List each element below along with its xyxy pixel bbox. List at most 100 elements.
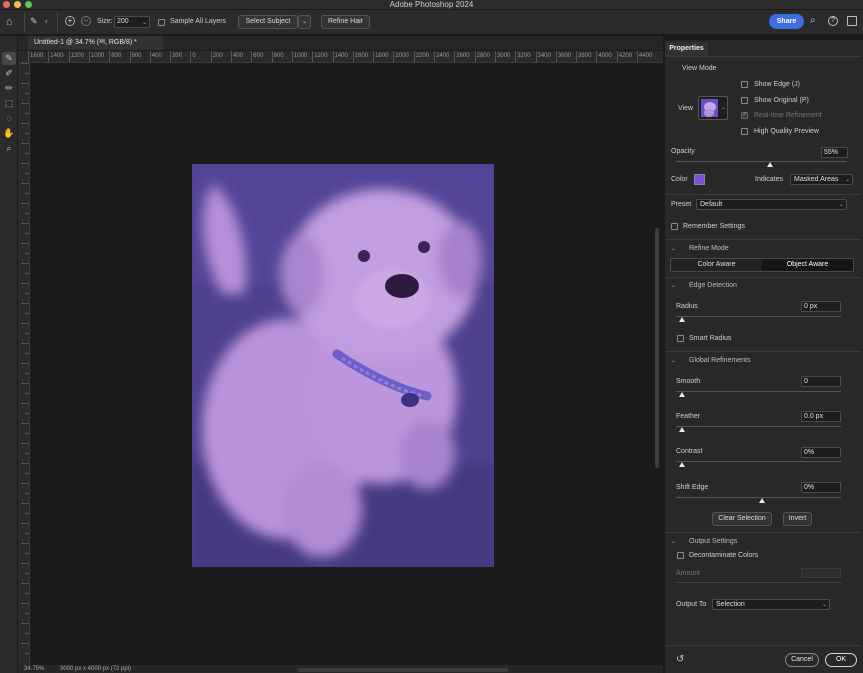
ruler-tick xyxy=(616,51,618,62)
ruler-tick xyxy=(25,393,29,394)
shift-edge-slider-thumb[interactable] xyxy=(759,498,765,503)
zoom-tool-icon[interactable]: ⌕ xyxy=(2,142,16,155)
refine-edge-brush-icon[interactable]: ✐ xyxy=(2,67,16,80)
ok-button[interactable]: OK xyxy=(825,653,857,667)
feather-slider-thumb[interactable] xyxy=(679,427,685,432)
cancel-button[interactable]: Cancel xyxy=(785,653,819,667)
preset-select[interactable]: Default ⌄ xyxy=(696,199,847,210)
quick-selection-brush-icon[interactable]: ✎ xyxy=(30,16,38,27)
vertical-scrollbar[interactable] xyxy=(655,228,659,468)
properties-tab[interactable]: Properties xyxy=(665,42,708,56)
smooth-input[interactable]: 0 xyxy=(801,376,841,387)
help-icon[interactable]: ? xyxy=(828,16,838,26)
ruler-tick xyxy=(21,263,29,264)
ruler-tick xyxy=(413,51,415,62)
smooth-slider-thumb[interactable] xyxy=(679,392,685,397)
invert-button[interactable]: Invert xyxy=(783,512,812,526)
chevron-down-icon[interactable]: ⌄ xyxy=(671,245,676,252)
zoom-level[interactable]: 34.75% xyxy=(24,665,44,673)
ruler-tick xyxy=(25,113,29,114)
object-aware-option[interactable]: Object Aware xyxy=(762,259,853,271)
radius-slider[interactable] xyxy=(676,316,841,317)
ruler-tick xyxy=(25,593,29,594)
radius-input[interactable]: 0 px xyxy=(801,301,841,312)
ruler-tick xyxy=(596,51,598,62)
color-aware-option[interactable]: Color Aware xyxy=(671,259,762,271)
tool-preset-chevron-icon[interactable]: ▾ xyxy=(45,19,48,25)
ruler-label: 4000 xyxy=(598,53,612,59)
contrast-input[interactable]: 0% xyxy=(801,447,841,458)
horizontal-scrollbar[interactable] xyxy=(298,668,508,672)
divider xyxy=(666,194,861,195)
overlay-color-swatch[interactable] xyxy=(694,174,705,185)
object-selection-tool-icon[interactable]: ⬚ xyxy=(2,97,16,110)
contrast-slider-thumb[interactable] xyxy=(679,462,685,467)
chevron-down-icon[interactable]: ⌄ xyxy=(671,357,676,364)
ruler-tick xyxy=(21,363,29,364)
decontaminate-colors-checkbox[interactable] xyxy=(677,552,684,559)
smooth-slider[interactable] xyxy=(676,391,841,392)
ruler-tick xyxy=(170,51,172,62)
brush-size-value: 200 xyxy=(117,18,129,25)
contrast-slider[interactable] xyxy=(676,461,841,462)
high-quality-preview-checkbox[interactable] xyxy=(741,128,748,135)
quick-selection-tool-icon[interactable]: ✎ xyxy=(2,52,16,65)
ruler-tick xyxy=(68,51,70,62)
realtime-refinement-checkbox: ✓ xyxy=(741,112,748,119)
feather-label: Feather xyxy=(676,413,701,420)
amount-label: Amount xyxy=(676,570,701,577)
chevron-down-icon[interactable]: ⌄ xyxy=(671,538,676,545)
output-to-select[interactable]: Selection ⌄ xyxy=(712,599,830,610)
brush-size-input[interactable]: 200 ⌄ xyxy=(114,16,150,28)
feather-input[interactable]: 0.0 px xyxy=(801,411,841,422)
ruler-tick xyxy=(21,63,29,64)
shift-edge-input[interactable]: 0% xyxy=(801,482,841,493)
share-button[interactable]: Share xyxy=(769,14,804,29)
ruler-label: 1000 xyxy=(90,53,105,59)
view-mode-picker[interactable]: ⌄ xyxy=(698,96,728,120)
ruler-label: 400 xyxy=(233,53,244,59)
brush-tool-icon[interactable]: ✏ xyxy=(2,82,16,95)
workspace-icon[interactable] xyxy=(847,16,857,26)
ruler-tick xyxy=(454,51,456,62)
show-edge-checkbox[interactable] xyxy=(741,81,748,88)
lasso-tool-icon[interactable]: ◌ xyxy=(2,112,16,125)
select-subject-dropdown[interactable]: ⌄ xyxy=(298,15,311,29)
puppy-photo-image xyxy=(192,164,494,567)
smooth-label: Smooth xyxy=(676,378,701,385)
puppy-photo[interactable] xyxy=(192,164,494,567)
ruler-label: 2800 xyxy=(476,53,490,59)
title-bar: Adobe Photoshop 2024 xyxy=(0,0,863,10)
smart-radius-checkbox[interactable] xyxy=(677,335,684,342)
opacity-label: Opacity xyxy=(671,148,695,155)
home-icon[interactable]: ⌂ xyxy=(6,16,13,28)
ruler-label: 1400 xyxy=(334,53,348,59)
feather-slider[interactable] xyxy=(676,426,841,427)
ruler-tick xyxy=(21,283,29,284)
document-tab[interactable]: Untitled-1 @ 34.7% (ग्ग, RGB/8) * xyxy=(28,36,163,50)
radius-slider-thumb[interactable] xyxy=(679,317,685,322)
indicates-select[interactable]: Masked Areas ⌄ xyxy=(790,174,853,185)
subtract-from-selection-icon[interactable]: − xyxy=(81,16,91,26)
hand-tool-icon[interactable]: ✋ xyxy=(2,127,16,140)
refine-hair-button[interactable]: Refine Hair xyxy=(321,15,370,29)
reset-icon[interactable]: ↺ xyxy=(676,654,684,665)
sample-all-layers-checkbox[interactable] xyxy=(158,19,165,26)
shift-edge-label: Shift Edge xyxy=(676,484,709,491)
remember-settings-checkbox[interactable] xyxy=(671,223,678,230)
ruler-tick xyxy=(21,463,29,464)
opacity-input[interactable]: 55% xyxy=(821,147,848,158)
edge-detection-title: Edge Detection xyxy=(689,282,737,289)
ruler-label: 3800 xyxy=(578,53,592,59)
select-subject-button[interactable]: Select Subject xyxy=(238,15,298,29)
opacity-slider-thumb[interactable] xyxy=(767,162,774,167)
ruler-tick xyxy=(515,51,517,62)
divider xyxy=(57,12,58,32)
clear-selection-button[interactable]: Clear Selection xyxy=(712,512,772,526)
search-icon[interactable]: ⌕ xyxy=(810,15,816,26)
opacity-slider[interactable] xyxy=(676,161,847,162)
add-to-selection-icon[interactable]: + xyxy=(65,16,75,26)
show-original-checkbox[interactable] xyxy=(741,97,748,104)
ruler-tick xyxy=(25,353,29,354)
chevron-down-icon[interactable]: ⌄ xyxy=(671,282,676,289)
